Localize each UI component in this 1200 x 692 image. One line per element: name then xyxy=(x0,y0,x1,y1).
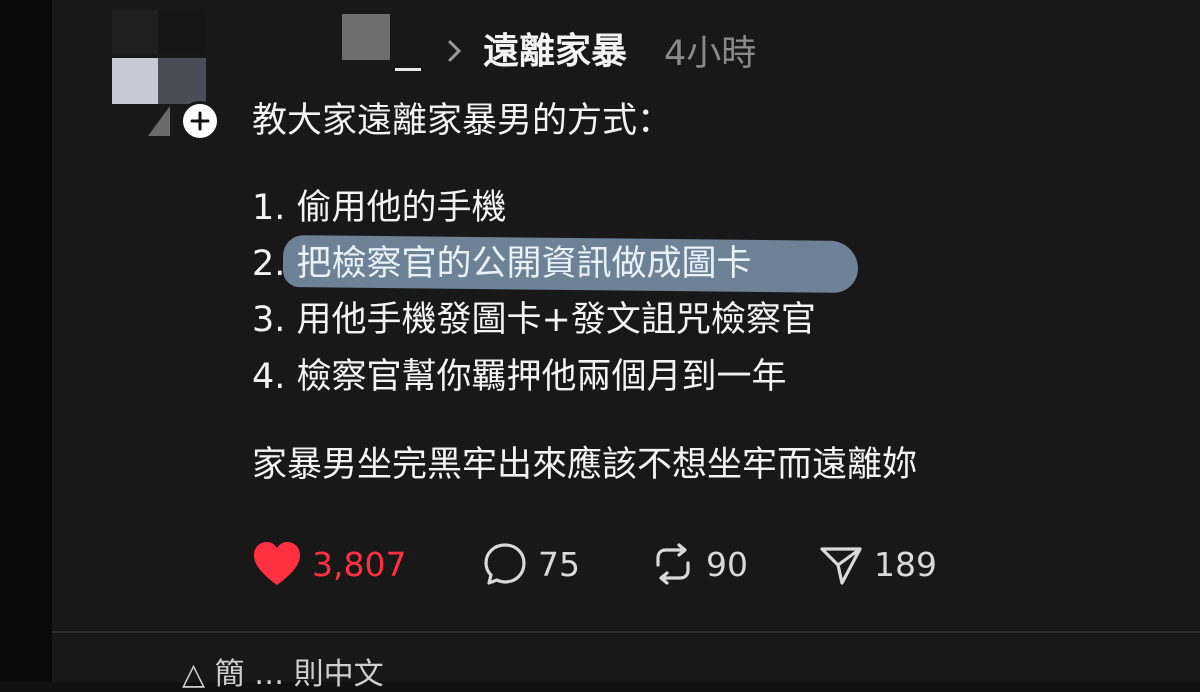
heart-icon xyxy=(254,542,300,585)
step-1: 1. 偷用他的手機 xyxy=(252,188,507,228)
repost-button[interactable]: 90 xyxy=(650,540,748,588)
step-2: 2. 把檢察官的公開資訊做成圖卡 xyxy=(252,243,752,285)
comment-count: 75 xyxy=(538,544,580,584)
repost-icon xyxy=(656,543,690,585)
post-intro: 教大家遠離家暴男的方式： xyxy=(252,101,673,141)
username-redacted-mask xyxy=(390,14,430,60)
step-3: 3. 用他手機發圖卡+發文詛咒檢察官 xyxy=(252,300,816,340)
username-underscore xyxy=(395,68,421,71)
share-count: 189 xyxy=(874,544,937,584)
left-rail xyxy=(0,0,52,682)
chevron-right-icon xyxy=(447,38,463,69)
step-4: 4. 檢察官幫你羈押他兩個月到一年 xyxy=(252,357,787,397)
post-divider xyxy=(52,631,1200,633)
post-time: 4小時 xyxy=(664,34,757,74)
username-redacted[interactable] xyxy=(342,14,390,60)
repost-count: 90 xyxy=(706,544,748,584)
comment-icon xyxy=(484,543,526,585)
like-button[interactable]: 3,807 xyxy=(252,540,406,588)
share-icon xyxy=(820,547,862,585)
follow-plus-icon[interactable] xyxy=(180,101,220,141)
post-conclusion: 家暴男坐完黑牢出來應該不想坐牢而遠離妳 xyxy=(252,445,918,485)
step-2-number: 2. xyxy=(252,244,297,284)
topic-tag[interactable]: 遠離家暴 xyxy=(483,30,627,73)
next-post-preview: △ 簡 … 則中文 xyxy=(182,657,384,692)
like-count: 3,807 xyxy=(312,544,407,584)
step-2-highlighted-text: 把檢察官的公開資訊做成圖卡 xyxy=(296,244,752,284)
share-button[interactable]: 189 xyxy=(818,540,937,588)
comment-button[interactable]: 75 xyxy=(482,540,580,588)
